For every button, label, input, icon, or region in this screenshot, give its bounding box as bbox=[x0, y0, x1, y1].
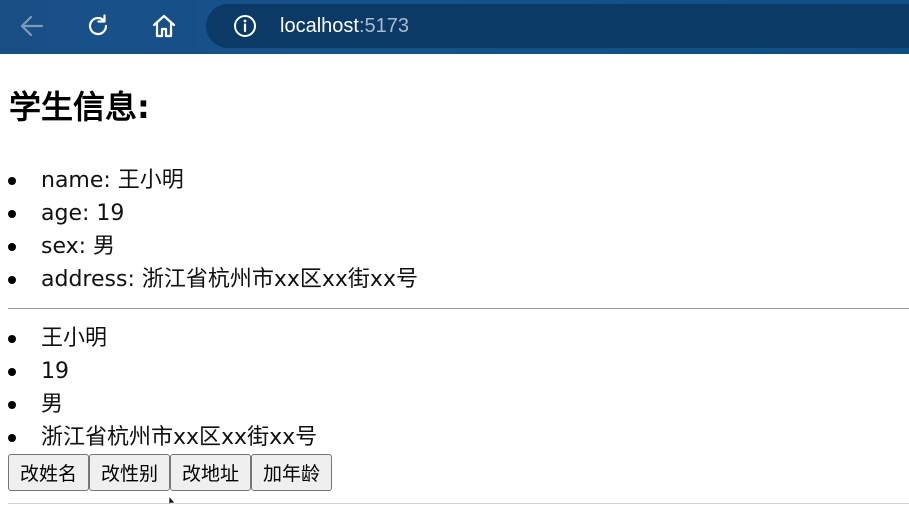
field-key: address bbox=[41, 267, 128, 292]
url-port: :5173 bbox=[358, 15, 409, 37]
field-value: 19 bbox=[96, 201, 125, 226]
values-list: 王小明 19 男 浙江省杭州市xx区xx街xx号 bbox=[0, 322, 317, 454]
address-bar[interactable]: localhost:5173 bbox=[206, 4, 909, 48]
list-item: sex: 男 bbox=[0, 230, 418, 263]
divider bbox=[8, 503, 909, 504]
change-address-button[interactable]: 改地址 bbox=[170, 454, 252, 491]
action-buttons: 改姓名 改性别 改地址 加年龄 bbox=[8, 454, 333, 491]
home-icon bbox=[152, 14, 176, 38]
field-key: name bbox=[41, 168, 104, 193]
field-separator: : bbox=[78, 234, 94, 259]
field-value: 王小明 bbox=[117, 168, 184, 193]
field-separator: : bbox=[103, 168, 118, 193]
field-key: sex bbox=[41, 234, 79, 259]
list-item: 浙江省杭州市xx区xx街xx号 bbox=[0, 421, 317, 454]
change-sex-button[interactable]: 改性别 bbox=[89, 454, 171, 491]
reload-icon bbox=[88, 14, 108, 36]
list-item: 王小明 bbox=[0, 322, 317, 355]
browser-toolbar: localhost:5173 bbox=[0, 0, 909, 54]
info-icon[interactable] bbox=[233, 14, 257, 38]
list-item: name: 王小明 bbox=[0, 164, 418, 197]
list-item: address: 浙江省杭州市xx区xx街xx号 bbox=[0, 263, 418, 296]
field-separator: : bbox=[127, 267, 142, 292]
back-arrow-icon bbox=[20, 15, 44, 37]
field-key: age bbox=[41, 201, 82, 226]
url-text[interactable]: localhost:5173 bbox=[280, 14, 409, 38]
add-age-button[interactable]: 加年龄 bbox=[251, 454, 333, 491]
mouse-cursor-icon bbox=[168, 496, 176, 505]
back-button[interactable] bbox=[15, 9, 49, 43]
url-host: localhost bbox=[280, 15, 359, 37]
reload-button[interactable] bbox=[81, 9, 115, 43]
home-button[interactable] bbox=[147, 9, 181, 43]
change-name-button[interactable]: 改姓名 bbox=[8, 454, 90, 491]
page-title: 学生信息: bbox=[9, 88, 150, 126]
list-item: 19 bbox=[0, 355, 317, 388]
field-value: 男 bbox=[93, 234, 116, 259]
field-value: 浙江省杭州市xx区xx街xx号 bbox=[141, 267, 418, 292]
divider bbox=[8, 308, 909, 309]
list-item: 男 bbox=[0, 388, 317, 421]
list-item: age: 19 bbox=[0, 197, 418, 230]
field-separator: : bbox=[81, 201, 97, 226]
student-info-list: name: 王小明 age: 19 sex: 男 address: 浙江省杭州市… bbox=[0, 164, 418, 296]
page-content: 学生信息: name: 王小明 age: 19 sex: 男 address: … bbox=[0, 54, 909, 505]
